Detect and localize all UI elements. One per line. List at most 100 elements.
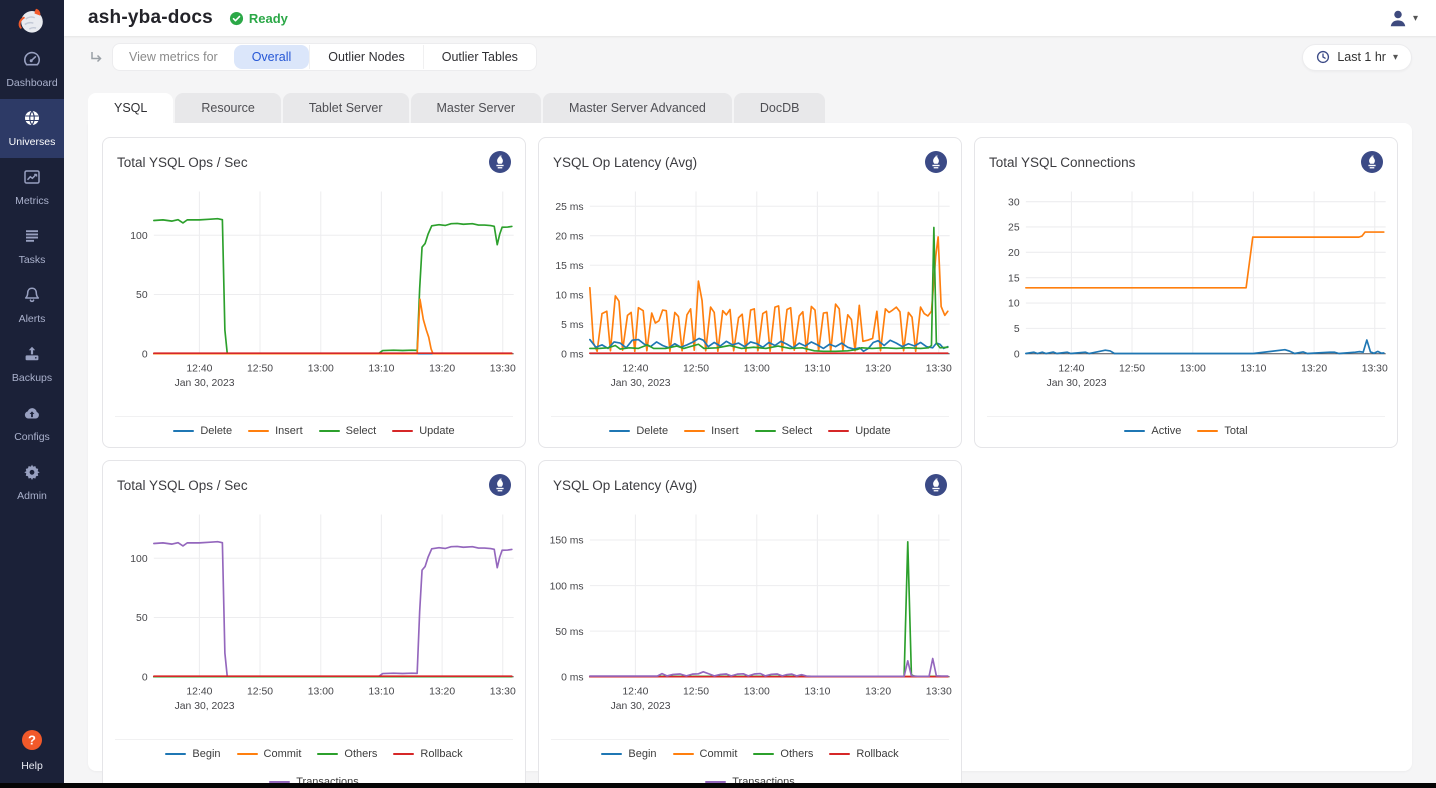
legend-item-others[interactable]: Others bbox=[753, 748, 813, 760]
app-logo[interactable] bbox=[0, 0, 64, 40]
svg-text:Jan 30, 2023: Jan 30, 2023 bbox=[611, 701, 671, 712]
legend-item-update[interactable]: Update bbox=[828, 425, 890, 437]
prometheus-icon[interactable] bbox=[489, 151, 511, 173]
legend-item-update[interactable]: Update bbox=[392, 425, 454, 437]
legend-swatch bbox=[1197, 430, 1218, 433]
legend-swatch bbox=[173, 430, 194, 433]
legend-item-begin[interactable]: Begin bbox=[165, 748, 220, 760]
chevron-down-icon: ▾ bbox=[1393, 52, 1398, 63]
chart-title: Total YSQL Ops / Sec bbox=[117, 478, 248, 493]
metrics-scope-row: View metrics for OverallOutlier NodesOut… bbox=[88, 43, 1412, 71]
prometheus-icon[interactable] bbox=[925, 151, 947, 173]
svg-text:Jan 30, 2023: Jan 30, 2023 bbox=[175, 378, 235, 389]
scope-tab-outlier-tables[interactable]: Outlier Tables bbox=[423, 45, 536, 69]
sidebar-item-admin[interactable]: Admin bbox=[0, 453, 64, 512]
legend-item-commit[interactable]: Commit bbox=[673, 748, 738, 760]
scope-tab-outlier-nodes[interactable]: Outlier Nodes bbox=[309, 45, 422, 69]
legend-item-rollback[interactable]: Rollback bbox=[829, 748, 898, 760]
svg-text:13:20: 13:20 bbox=[865, 686, 891, 697]
chart-plot[interactable]: 12:40Jan 30, 202312:5013:0013:1013:2013:… bbox=[106, 179, 522, 414]
svg-text:13:10: 13:10 bbox=[804, 686, 830, 697]
content: View metrics for OverallOutlier NodesOut… bbox=[64, 36, 1436, 788]
tab-tablet-server[interactable]: Tablet Server bbox=[283, 93, 409, 123]
svg-text:13:20: 13:20 bbox=[865, 363, 891, 374]
chart-plot[interactable]: 12:40Jan 30, 202312:5013:0013:1013:2013:… bbox=[542, 502, 958, 737]
svg-text:0: 0 bbox=[1014, 349, 1020, 360]
scope-tab-overall[interactable]: Overall bbox=[234, 45, 310, 69]
time-range-button[interactable]: Last 1 hr ▾ bbox=[1302, 44, 1412, 71]
user-icon bbox=[1387, 8, 1409, 28]
charts-panel: Total YSQL Ops / Sec 12:40Jan 30, 202312… bbox=[88, 123, 1412, 771]
check-circle-icon bbox=[229, 11, 244, 26]
sidebar-item-tasks[interactable]: Tasks bbox=[0, 217, 64, 276]
legend-swatch bbox=[393, 753, 414, 756]
svg-text:25 ms: 25 ms bbox=[555, 202, 583, 213]
svg-text:Jan 30, 2023: Jan 30, 2023 bbox=[1047, 378, 1107, 389]
chevron-down-icon: ▾ bbox=[1413, 13, 1418, 24]
yugabyte-logo-icon bbox=[13, 2, 51, 38]
legend-swatch bbox=[392, 430, 413, 433]
sidebar-item-universes[interactable]: Universes bbox=[0, 99, 64, 158]
svg-text:?: ? bbox=[28, 733, 36, 748]
universe-title: ash-yba-docs bbox=[88, 7, 213, 29]
sidebar-item-help[interactable]: ? Help bbox=[0, 718, 64, 788]
svg-text:13:10: 13:10 bbox=[804, 363, 830, 374]
prometheus-icon[interactable] bbox=[1361, 151, 1383, 173]
svg-text:0: 0 bbox=[142, 349, 148, 360]
svg-text:20: 20 bbox=[1008, 248, 1020, 259]
sidebar-item-dashboard[interactable]: Dashboard bbox=[0, 40, 64, 99]
chart-legend: Delete Insert Select Update bbox=[115, 416, 513, 447]
svg-text:13:20: 13:20 bbox=[1301, 363, 1327, 374]
svg-text:30: 30 bbox=[1008, 197, 1020, 208]
tab-docdb[interactable]: DocDB bbox=[734, 93, 826, 123]
svg-text:13:00: 13:00 bbox=[744, 363, 770, 374]
legend-item-select[interactable]: Select bbox=[319, 425, 377, 437]
svg-text:12:40: 12:40 bbox=[1058, 363, 1084, 374]
prometheus-icon[interactable] bbox=[925, 474, 947, 496]
legend-item-active[interactable]: Active bbox=[1124, 425, 1181, 437]
prometheus-icon[interactable] bbox=[489, 474, 511, 496]
legend-swatch bbox=[237, 753, 258, 756]
chart-plot[interactable]: 12:40Jan 30, 202312:5013:0013:1013:2013:… bbox=[106, 502, 522, 737]
legend-swatch bbox=[609, 430, 630, 433]
sidebar-item-alerts[interactable]: Alerts bbox=[0, 276, 64, 335]
svg-text:5: 5 bbox=[1014, 324, 1020, 335]
legend-item-delete[interactable]: Delete bbox=[609, 425, 668, 437]
svg-text:100: 100 bbox=[130, 231, 148, 242]
configs-cloud-icon bbox=[22, 403, 42, 428]
sidebar-item-label: Dashboard bbox=[6, 77, 57, 89]
subdirectory-arrow-icon bbox=[88, 49, 104, 65]
legend-item-rollback[interactable]: Rollback bbox=[393, 748, 462, 760]
legend-swatch bbox=[753, 753, 774, 756]
sidebar-item-backups[interactable]: Backups bbox=[0, 335, 64, 394]
tab-ysql[interactable]: YSQL bbox=[88, 93, 173, 123]
view-metrics-switcher: View metrics for OverallOutlier NodesOut… bbox=[112, 43, 537, 71]
legend-item-insert[interactable]: Insert bbox=[248, 425, 303, 437]
tab-master-server-advanced[interactable]: Master Server Advanced bbox=[543, 93, 732, 123]
chart-plot[interactable]: 12:40Jan 30, 202312:5013:0013:1013:2013:… bbox=[542, 179, 958, 414]
legend-item-insert[interactable]: Insert bbox=[684, 425, 739, 437]
tasks-list-icon bbox=[22, 226, 42, 251]
svg-text:13:20: 13:20 bbox=[429, 686, 455, 697]
svg-text:13:10: 13:10 bbox=[368, 363, 394, 374]
chart-plot[interactable]: 12:40Jan 30, 202312:5013:0013:1013:2013:… bbox=[978, 179, 1394, 414]
legend-item-delete[interactable]: Delete bbox=[173, 425, 232, 437]
chart-card: YSQL Op Latency (Avg) 12:40Jan 30, 20231… bbox=[538, 137, 962, 448]
sidebar-item-label: Tasks bbox=[19, 254, 46, 266]
svg-text:12:50: 12:50 bbox=[247, 686, 273, 697]
sidebar-item-configs[interactable]: Configs bbox=[0, 394, 64, 453]
legend-item-commit[interactable]: Commit bbox=[237, 748, 302, 760]
chart-card: YSQL Op Latency (Avg) 12:40Jan 30, 20231… bbox=[538, 460, 962, 788]
user-menu[interactable]: ▾ bbox=[1387, 8, 1418, 28]
legend-item-select[interactable]: Select bbox=[755, 425, 813, 437]
legend-item-total[interactable]: Total bbox=[1197, 425, 1247, 437]
legend-swatch bbox=[601, 753, 622, 756]
chart-title: Total YSQL Connections bbox=[989, 155, 1135, 170]
legend-swatch bbox=[828, 430, 849, 433]
tab-resource[interactable]: Resource bbox=[175, 93, 281, 123]
sidebar-item-metrics[interactable]: Metrics bbox=[0, 158, 64, 217]
legend-item-begin[interactable]: Begin bbox=[601, 748, 656, 760]
tab-master-server[interactable]: Master Server bbox=[411, 93, 542, 123]
legend-item-others[interactable]: Others bbox=[317, 748, 377, 760]
sidebar-item-label: Help bbox=[21, 760, 43, 772]
